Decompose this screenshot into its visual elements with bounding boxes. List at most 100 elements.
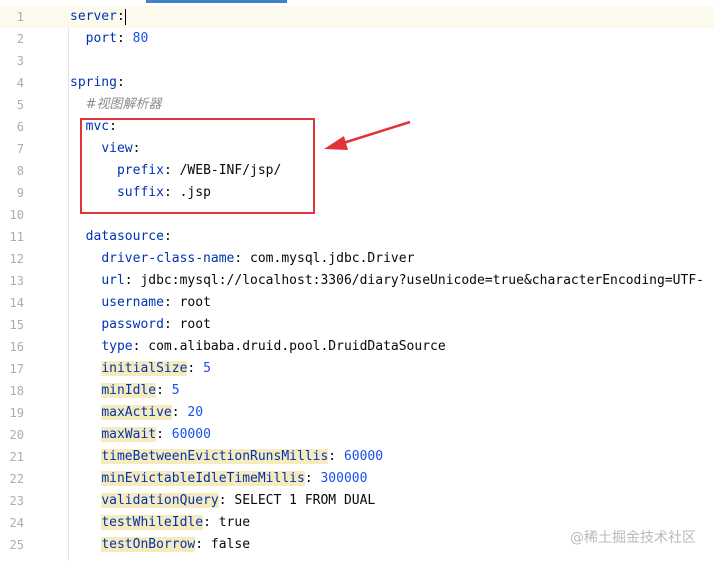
code-line[interactable]: 5 #视图解析器 — [0, 94, 714, 116]
text-caret — [124, 8, 126, 25]
yaml-value: 5 — [203, 361, 211, 376]
code-text: port: 80 — [70, 28, 149, 50]
yaml-value: false — [210, 537, 251, 552]
yaml-colon: : — [116, 75, 125, 90]
code-text: validationQuery: SELECT 1 FROM DUAL — [70, 490, 375, 512]
line-number: 2 — [16, 32, 24, 46]
line-number: 23 — [9, 494, 24, 508]
code-line[interactable]: 3 — [0, 50, 714, 72]
yaml-colon: : — [163, 229, 172, 244]
code-text: testWhileIdle: true — [70, 512, 250, 534]
yaml-comment: #视图解析器 — [85, 97, 162, 112]
line-number: 17 — [9, 362, 24, 376]
yaml-key: password — [101, 317, 164, 332]
yaml-key: spring — [70, 75, 117, 90]
yaml-value: root — [179, 317, 211, 332]
yaml-colon: : — [116, 31, 125, 46]
line-number: 8 — [16, 164, 24, 178]
yaml-key: driver-class-name — [101, 251, 235, 266]
yaml-key: minIdle — [101, 383, 157, 398]
yaml-key: testWhileIdle — [101, 515, 204, 530]
yaml-value: 5 — [171, 383, 180, 398]
yaml-key: validationQuery — [101, 493, 219, 508]
code-text: initialSize: 5 — [70, 358, 211, 380]
line-number: 19 — [9, 406, 24, 420]
code-line[interactable]: 18 minIdle: 5 — [0, 380, 714, 402]
line-number: 3 — [16, 54, 24, 68]
code-line[interactable]: 11 datasource: — [0, 226, 714, 248]
yaml-colon: : — [156, 427, 164, 442]
yaml-key: maxActive — [101, 405, 172, 420]
code-text: username: root — [70, 292, 211, 314]
code-line[interactable]: 1 server: — [0, 6, 714, 28]
code-line[interactable]: 19 maxActive: 20 — [0, 402, 714, 424]
code-line[interactable]: 13 url: jdbc:mysql://localhost:3306/diar… — [0, 270, 714, 292]
line-number: 14 — [9, 296, 24, 310]
line-number: 1 — [16, 10, 24, 24]
code-line[interactable]: 21 timeBetweenEvictionRunsMillis: 60000 — [0, 446, 714, 468]
yaml-colon: : — [195, 537, 204, 552]
code-line[interactable]: 17 initialSize: 5 — [0, 358, 714, 380]
code-line[interactable]: 14 username: root — [0, 292, 714, 314]
line-number: 25 — [9, 538, 24, 552]
yaml-value: com.alibaba.druid.pool.DruidDataSource — [148, 339, 446, 354]
yaml-colon: : — [218, 493, 227, 508]
line-number: 22 — [9, 472, 24, 486]
code-line[interactable]: 16 type: com.alibaba.druid.pool.DruidDat… — [0, 336, 714, 358]
line-number: 12 — [9, 252, 24, 266]
line-number: 9 — [16, 186, 24, 200]
line-number: 18 — [9, 384, 24, 398]
code-line[interactable]: 22 minEvictableIdleTimeMillis: 300000 — [0, 468, 714, 490]
red-arrow-icon — [324, 120, 411, 150]
code-text: #视图解析器 — [70, 94, 162, 116]
code-line[interactable]: 4 spring: — [0, 72, 714, 94]
yaml-key: datasource — [85, 229, 164, 244]
yaml-key: maxWait — [101, 427, 157, 442]
line-number: 11 — [9, 230, 24, 244]
line-number: 21 — [9, 450, 24, 464]
code-text: timeBetweenEvictionRunsMillis: 60000 — [70, 446, 383, 468]
code-text: driver-class-name: com.mysql.jdbc.Driver — [70, 248, 414, 270]
code-text: url: jdbc:mysql://localhost:3306/diary?u… — [70, 270, 704, 292]
yaml-colon: : — [171, 405, 180, 420]
yaml-value: 60000 — [171, 427, 211, 442]
yaml-key: type — [101, 339, 133, 354]
yaml-colon: : — [203, 515, 211, 530]
yaml-key: timeBetweenEvictionRunsMillis — [101, 449, 329, 464]
code-text: datasource: — [70, 226, 172, 248]
code-line[interactable]: 2 port: 80 — [0, 28, 714, 50]
yaml-key: initialSize — [101, 361, 188, 376]
line-number: 6 — [16, 120, 24, 134]
yaml-value: SELECT 1 FROM DUAL — [234, 493, 376, 508]
yaml-value: root — [179, 295, 211, 310]
yaml-colon: : — [116, 9, 125, 24]
line-number: 20 — [9, 428, 24, 442]
code-line[interactable]: 23 validationQuery: SELECT 1 FROM DUAL — [0, 490, 714, 512]
code-editor[interactable]: 1 server: 2 port: 80 3 4 spring: 5 #视图解析器 6 mvc… — [0, 0, 714, 561]
line-number: 4 — [16, 76, 24, 90]
yaml-key: url — [101, 273, 125, 288]
yaml-value: 20 — [187, 405, 204, 420]
code-text: server: — [70, 6, 126, 28]
yaml-colon: : — [328, 449, 337, 464]
watermark: @稀土掘金技术社区 — [570, 530, 696, 546]
code-line[interactable]: 12 driver-class-name: com.mysql.jdbc.Dri… — [0, 248, 714, 270]
code-line[interactable]: 20 maxWait: 60000 — [0, 424, 714, 446]
yaml-value: true — [218, 515, 251, 530]
line-number: 16 — [9, 340, 24, 354]
yaml-value: jdbc:mysql://localhost:3306/diary?useUni… — [140, 273, 704, 288]
yaml-colon: : — [124, 273, 133, 288]
yaml-value: 60000 — [343, 449, 384, 464]
yaml-key: username — [101, 295, 164, 310]
line-number: 7 — [16, 142, 24, 156]
code-line[interactable]: 15 password: root — [0, 314, 714, 336]
